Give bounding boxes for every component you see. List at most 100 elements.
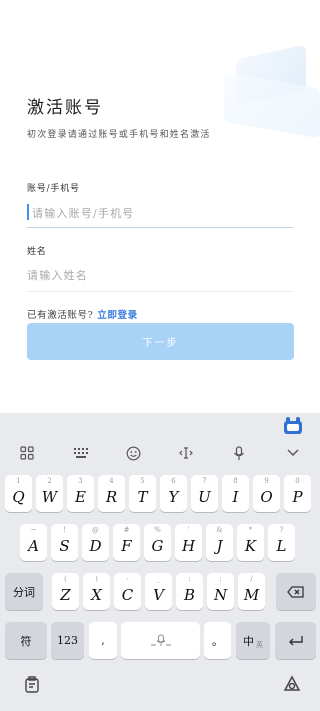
key-hint: % — [154, 526, 161, 534]
key-label: K — [244, 536, 257, 555]
numbers-key[interactable]: 123 — [51, 622, 84, 659]
key-z[interactable]: (Z — [52, 573, 79, 610]
key-p[interactable]: 0P — [284, 475, 311, 512]
key-c[interactable]: -C — [114, 573, 141, 610]
key-t[interactable]: 5T — [129, 475, 156, 512]
key-b[interactable]: :B — [176, 573, 203, 610]
backspace-key[interactable] — [276, 573, 316, 610]
clipboard-icon[interactable] — [22, 674, 42, 698]
key-hint: ) — [95, 575, 98, 583]
key-label: Z — [60, 585, 71, 604]
keyboard-toolbar — [0, 440, 320, 468]
account-label: 账号/手机号 — [27, 184, 80, 194]
key-q[interactable]: 1Q — [5, 475, 32, 512]
key-hint: ? — [279, 526, 284, 534]
key-label: N — [213, 585, 228, 604]
key-hint: ( — [64, 575, 67, 583]
key-label: W — [41, 487, 58, 506]
name-field[interactable] — [27, 262, 293, 292]
language-switch-key[interactable]: 中 英 — [236, 622, 270, 659]
comma-key[interactable]: , — [89, 622, 117, 659]
key-hint: @ — [92, 526, 99, 534]
key-o[interactable]: 9O — [253, 475, 280, 512]
key-hint: ; — [219, 575, 222, 583]
key-e[interactable]: 3E — [67, 475, 94, 512]
key-s[interactable]: ! S — [51, 524, 78, 561]
symbol-key[interactable]: 符 — [5, 622, 47, 659]
key-hint: 2 — [47, 477, 52, 485]
account-input[interactable] — [27, 204, 293, 222]
key-hint: 0 — [295, 477, 300, 485]
account-field[interactable] — [27, 200, 293, 228]
page-subtitle: 初次登录请通过账号或手机号和姓名激活 — [27, 130, 211, 140]
key-label: C — [121, 585, 134, 604]
key-x[interactable]: ) X — [83, 573, 110, 610]
next-button[interactable]: 下一步 — [27, 323, 294, 360]
microphone-icon — [150, 634, 171, 646]
keyboard-icon[interactable] — [68, 440, 94, 466]
key-d[interactable]: @ D — [82, 524, 109, 561]
language-key-label: 中 — [243, 634, 254, 648]
backspace-icon — [287, 585, 304, 598]
key-w[interactable]: 2W — [36, 475, 63, 512]
key-h[interactable]: ' H — [175, 524, 202, 561]
key-hint: * — [248, 526, 253, 534]
header-decoration — [190, 30, 320, 140]
login-link[interactable]: 立即登录 — [97, 310, 137, 321]
key-label: I — [232, 487, 239, 506]
key-label: Q — [12, 487, 25, 506]
key-hint: 3 — [78, 477, 83, 485]
key-hint: 8 — [233, 477, 238, 485]
segment-key[interactable]: 分词 — [5, 573, 43, 610]
key-label: B — [183, 585, 196, 604]
key-hint: - — [126, 575, 129, 583]
key-k[interactable]: * K — [237, 524, 264, 561]
activated-prompt-row: 已有激活账号? 立即登录 — [27, 307, 138, 321]
key-hint: 4 — [109, 477, 114, 485]
cursor-icon[interactable] — [173, 440, 199, 466]
key-hint: 1 — [16, 477, 21, 485]
key-hint: / — [250, 575, 253, 583]
key-label: S — [59, 536, 70, 555]
key-label: L — [276, 536, 287, 555]
key-hint: 9 — [264, 477, 269, 485]
key-label: T — [137, 487, 148, 506]
key-hint: ! — [63, 526, 66, 534]
key-i[interactable]: 8I — [222, 475, 249, 512]
key-label: P — [292, 487, 303, 506]
keyboard-assistant-icon[interactable] — [282, 416, 304, 434]
space-key[interactable] — [121, 622, 200, 659]
key-v[interactable]: _ V — [145, 573, 172, 610]
key-label: M — [243, 585, 260, 604]
key-y[interactable]: 6Y — [160, 475, 187, 512]
key-label: H — [181, 536, 196, 555]
key-hint: # — [123, 526, 130, 534]
collapse-icon[interactable] — [280, 440, 306, 466]
period-key[interactable]: 。 — [204, 622, 231, 659]
app-logo-icon[interactable] — [282, 674, 302, 698]
key-hint: ~ — [30, 526, 37, 534]
key-label: A — [28, 536, 39, 555]
key-label: X — [91, 585, 102, 604]
key-m[interactable]: / M — [238, 573, 265, 610]
microphone-icon[interactable] — [226, 440, 252, 466]
grid-icon[interactable] — [14, 440, 40, 466]
key-r[interactable]: 4R — [98, 475, 125, 512]
emoji-icon[interactable] — [120, 440, 146, 466]
page-title: 激活账号 — [27, 98, 103, 118]
name-input[interactable] — [27, 266, 293, 284]
key-l[interactable]: ? L — [268, 524, 295, 561]
key-j[interactable]: & J — [206, 524, 233, 561]
activated-prompt: 已有激活账号? — [27, 310, 94, 321]
key-label: F — [121, 536, 132, 555]
key-label: G — [151, 536, 164, 555]
key-hint: 7 — [202, 477, 207, 485]
key-g[interactable]: % G — [144, 524, 171, 561]
key-label: O — [260, 487, 273, 506]
key-label: D — [89, 536, 102, 555]
key-f[interactable]: # F — [113, 524, 140, 561]
key-n[interactable]: ; N — [207, 573, 234, 610]
key-a[interactable]: ~ A — [20, 524, 47, 561]
enter-key[interactable] — [275, 622, 316, 659]
key-u[interactable]: 7U — [191, 475, 218, 512]
